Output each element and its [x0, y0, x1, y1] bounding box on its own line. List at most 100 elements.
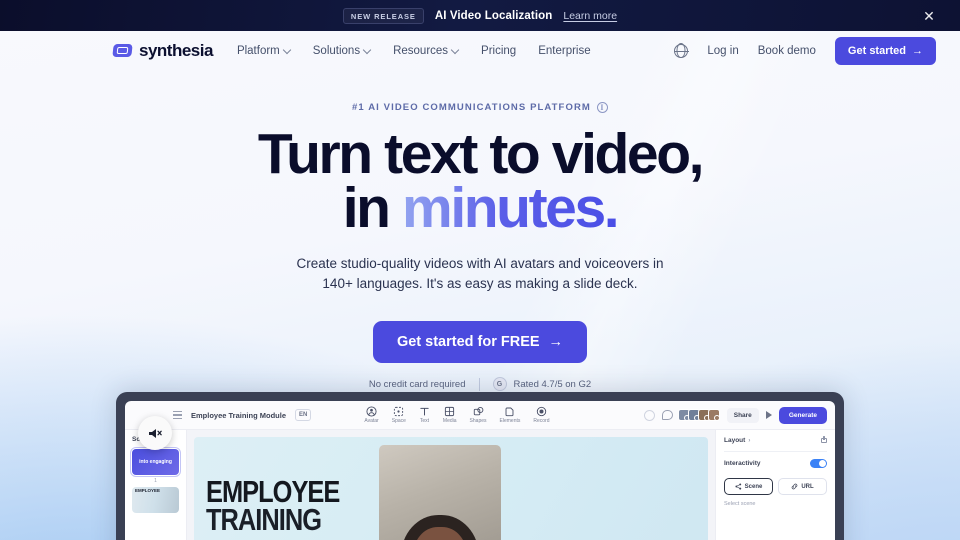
- interactivity-label: Interactivity: [724, 460, 761, 467]
- nav-item-platform[interactable]: Platform: [237, 45, 291, 57]
- scene-thumbnail-label: into engaging: [139, 459, 172, 465]
- nav-item-resources[interactable]: Resources: [393, 45, 459, 57]
- editor-tools: Avatar Space Text Media Shapes Elements …: [364, 406, 549, 424]
- nav-actions: Log in Book demo Get started →: [674, 36, 936, 65]
- hero-eyebrow-label: #1 AI VIDEO COMMUNICATIONS PLATFORM: [352, 102, 591, 113]
- lock-icon[interactable]: [821, 436, 827, 443]
- interactivity-row: Interactivity: [724, 459, 827, 471]
- tool-text[interactable]: Text: [419, 406, 430, 424]
- layout-label-text: Layout: [724, 437, 746, 444]
- scene-option-label: Scene: [744, 483, 763, 490]
- nav-item-label: Resources: [393, 44, 449, 57]
- tool-record[interactable]: Record: [533, 406, 549, 424]
- tool-label: Avatar: [364, 418, 379, 424]
- slide-canvas[interactable]: EMPLOYEE TRAINING: [194, 437, 708, 540]
- app-window: Employee Training Module EN Avatar Space: [125, 401, 835, 540]
- arrow-right-icon: →: [548, 334, 564, 351]
- nav-item-label: Platform: [236, 44, 280, 57]
- nav-item-enterprise[interactable]: Enterprise: [538, 45, 590, 57]
- book-demo-link[interactable]: Book demo: [758, 45, 816, 57]
- scene-option-button[interactable]: Scene: [724, 478, 773, 495]
- layout-label: Layout ›: [724, 437, 750, 444]
- synthesia-logo[interactable]: synthesia: [112, 40, 213, 61]
- speaker-muted-icon[interactable]: [138, 416, 172, 450]
- tool-label: Space: [391, 418, 406, 424]
- panel-hint: Select scene: [724, 501, 756, 507]
- subhead-line-1: Create studio-quality videos with AI ava…: [296, 256, 664, 272]
- hamburger-menu-icon[interactable]: [173, 411, 182, 419]
- trust-signals: No credit card required G Rated 4.7/5 on…: [0, 377, 960, 392]
- tool-space[interactable]: Space: [392, 406, 406, 424]
- subhead-line-2: 140+ languages. It's as easy as making a…: [322, 276, 638, 292]
- share-button[interactable]: Share: [726, 407, 759, 423]
- scene-thumbnail-1[interactable]: into engaging: [129, 446, 182, 478]
- nav-links: Platform Solutions Resources Pricing Ent…: [237, 45, 591, 57]
- canvas-area[interactable]: EMPLOYEE TRAINING: [187, 430, 715, 540]
- divider: [478, 377, 480, 391]
- play-icon[interactable]: [765, 411, 772, 419]
- tool-label: Text: [419, 418, 429, 424]
- announcement-banner: NEW RELEASE AI Video Localization Learn …: [0, 0, 960, 31]
- scene-thumbnail-2[interactable]: EMPLOYEE: [132, 487, 179, 513]
- hero-cta-label: Get started for FREE: [396, 334, 540, 351]
- language-chip[interactable]: EN: [295, 409, 312, 421]
- scene-number: 1: [154, 478, 157, 484]
- avatar-video-inset[interactable]: [378, 445, 501, 540]
- main-navigation: synthesia Platform Solutions Resources P…: [0, 31, 960, 70]
- info-icon[interactable]: i: [596, 102, 608, 113]
- properties-panel: Layout › Interactivity Scene URL Select …: [715, 430, 835, 540]
- hero-eyebrow: #1 AI VIDEO COMMUNICATIONS PLATFORM i: [352, 102, 608, 113]
- interactivity-options: Scene URL: [724, 478, 827, 495]
- elements-icon: [504, 406, 515, 417]
- interactivity-toggle[interactable]: [810, 459, 827, 468]
- app-body: Scenes into engaging 1 EMPLOYEE EMPLOYEE…: [125, 430, 835, 540]
- get-started-free-button[interactable]: Get started for FREE →: [372, 321, 588, 364]
- layout-row[interactable]: Layout ›: [724, 436, 827, 452]
- collaborator-avatars[interactable]: [677, 409, 720, 421]
- hero-cta-wrapper: Get started for FREE →: [0, 321, 960, 364]
- history-icon[interactable]: [643, 409, 655, 421]
- tool-elements[interactable]: Elements: [499, 406, 521, 424]
- logo-mark-icon: [112, 44, 133, 57]
- hero-section: #1 AI VIDEO COMMUNICATIONS PLATFORM i Tu…: [0, 70, 960, 392]
- avatar: [707, 409, 720, 421]
- tool-shapes[interactable]: Shapes: [470, 406, 487, 424]
- g2-rating[interactable]: G Rated 4.7/5 on G2: [492, 377, 592, 392]
- chevron-down-icon: [364, 47, 371, 54]
- headline-accent-word: minutes.: [402, 175, 620, 240]
- scene-thumbnail-label: EMPLOYEE: [135, 488, 161, 493]
- generate-button[interactable]: Generate: [778, 406, 827, 424]
- document-title: Employee Training Module: [191, 410, 287, 420]
- tool-label: Elements: [499, 418, 521, 424]
- hero-subheading: Create studio-quality videos with AI ava…: [0, 254, 960, 294]
- comment-icon[interactable]: [661, 410, 673, 420]
- chevron-down-icon: [452, 47, 459, 54]
- space-icon: [393, 406, 404, 417]
- nav-item-pricing[interactable]: Pricing: [481, 45, 516, 57]
- nav-item-solutions[interactable]: Solutions: [313, 45, 371, 57]
- tool-media[interactable]: Media: [443, 406, 457, 424]
- g2-logo-icon: G: [492, 377, 507, 392]
- share-nodes-icon: [735, 483, 741, 490]
- login-link[interactable]: Log in: [707, 45, 738, 57]
- product-screenshot: Employee Training Module EN Avatar Space: [116, 392, 844, 540]
- chevron-down-icon: [284, 47, 291, 54]
- url-option-button[interactable]: URL: [778, 478, 827, 495]
- canvas-heading-line-2: TRAINING: [206, 502, 322, 537]
- link-icon: [792, 483, 798, 490]
- nav-item-label: Solutions: [312, 44, 361, 57]
- get-started-label: Get started: [847, 44, 906, 57]
- url-option-label: URL: [801, 483, 814, 490]
- tool-avatar[interactable]: Avatar: [364, 406, 379, 424]
- g2-rating-text: Rated 4.7/5 on G2: [513, 378, 592, 390]
- arrow-right-icon: →: [912, 44, 923, 57]
- announcement-content: NEW RELEASE AI Video Localization Learn …: [342, 7, 617, 24]
- avatar-icon: [366, 406, 377, 417]
- logo-text: synthesia: [139, 40, 213, 60]
- get-started-button[interactable]: Get started →: [834, 36, 936, 65]
- globe-icon[interactable]: [674, 43, 689, 58]
- learn-more-link[interactable]: Learn more: [563, 10, 617, 22]
- shapes-icon: [473, 406, 484, 417]
- close-icon[interactable]: ✕: [921, 8, 937, 24]
- tool-label: Shapes: [469, 418, 487, 424]
